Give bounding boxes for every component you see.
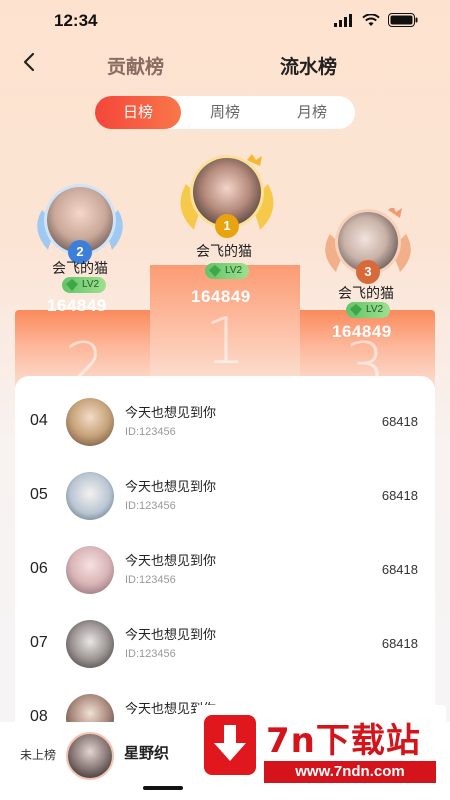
watermark-url: www.7ndn.com	[264, 761, 436, 783]
level-badge-second: LV2	[62, 277, 107, 293]
my-name: 星野织	[124, 745, 170, 762]
avatar-frame-third[interactable]: 3	[318, 208, 418, 284]
list-score: 68418	[381, 562, 418, 577]
podium-name-third: 会飞的猫	[338, 285, 394, 301]
back-icon[interactable]	[18, 50, 42, 74]
status-bar: 12:34	[0, 0, 450, 40]
segment-monthly[interactable]: 月榜	[269, 96, 355, 129]
list-rank: 05	[30, 486, 48, 503]
avatar-frame-second[interactable]: 2	[30, 180, 130, 265]
level-badge-third: LV2	[346, 302, 391, 318]
not-ranked-label: 未上榜	[20, 748, 57, 762]
download-icon	[204, 715, 256, 775]
podium-score-third: 164849	[332, 322, 392, 341]
avatar-frame-first[interactable]: 1	[172, 154, 282, 240]
podium: 2 3 1 2 会飞的猫 LV2 164849 1 会飞的猫 LV2 16484…	[0, 150, 450, 404]
level-text-third: LV2	[366, 304, 384, 315]
list-score: 68418	[381, 636, 418, 651]
status-icons	[334, 13, 418, 27]
list-name: 今天也想见到你	[125, 479, 217, 494]
list-score: 68418	[381, 414, 418, 429]
podium-name-second: 会飞的猫	[52, 260, 108, 276]
list-item[interactable]: 05 今天也想见到你 ID:123456 68418	[15, 458, 435, 532]
rank-badge-first: 1	[215, 214, 239, 238]
podium-number-first: 1	[204, 305, 246, 379]
rank-badge-third: 3	[356, 260, 380, 284]
list-name: 今天也想见到你	[125, 553, 217, 568]
level-badge-first: LV2	[205, 263, 250, 279]
status-time: 12:34	[54, 11, 98, 30]
list-rank: 06	[30, 560, 48, 577]
period-segment: 日榜 周榜 月榜	[95, 96, 355, 129]
header: 贡献榜 流水榜	[0, 46, 450, 82]
my-avatar[interactable]	[66, 732, 114, 780]
list-rank: 04	[30, 412, 48, 429]
avatar[interactable]	[66, 546, 114, 594]
list-score: 68418	[381, 488, 418, 503]
level-gem-icon	[209, 265, 221, 277]
list-name: 今天也想见到你	[125, 405, 217, 420]
list-rank: 07	[30, 634, 48, 651]
level-gem-icon	[350, 304, 362, 316]
list-item[interactable]: 04 今天也想见到你 ID:123456 68418	[15, 384, 435, 458]
watermark-logo: 7n下载站 www.7ndn.com	[196, 705, 446, 794]
battery-icon	[388, 13, 418, 27]
tab-contribution[interactable]: 贡献榜	[107, 52, 164, 79]
avatar[interactable]	[66, 620, 114, 668]
list-item[interactable]: 06 今天也想见到你 ID:123456 68418	[15, 532, 435, 606]
list-id: ID:123456	[125, 574, 176, 586]
podium-block-first: 1	[150, 265, 300, 390]
list-item[interactable]: 07 今天也想见到你 ID:123456 68418	[15, 606, 435, 680]
level-text-first: LV2	[225, 265, 243, 276]
podium-score-first: 164849	[191, 287, 251, 306]
segment-weekly[interactable]: 周榜	[182, 96, 268, 129]
watermark-title: 7n下载站	[266, 721, 421, 761]
list-id: ID:123456	[125, 648, 176, 660]
segment-daily[interactable]: 日榜	[95, 96, 181, 129]
list-id: ID:123456	[125, 426, 176, 438]
podium-score-second: 164849	[47, 296, 107, 315]
home-indicator[interactable]	[143, 786, 183, 790]
tab-flow[interactable]: 流水榜	[280, 52, 337, 79]
level-gem-icon	[66, 279, 78, 291]
avatar[interactable]	[66, 472, 114, 520]
wifi-icon	[362, 13, 380, 26]
signal-icon	[334, 13, 352, 27]
list-id: ID:123456	[125, 500, 176, 512]
list-name: 今天也想见到你	[125, 627, 217, 642]
level-text-second: LV2	[82, 279, 100, 290]
avatar[interactable]	[66, 398, 114, 446]
podium-name-first: 会飞的猫	[196, 243, 252, 259]
